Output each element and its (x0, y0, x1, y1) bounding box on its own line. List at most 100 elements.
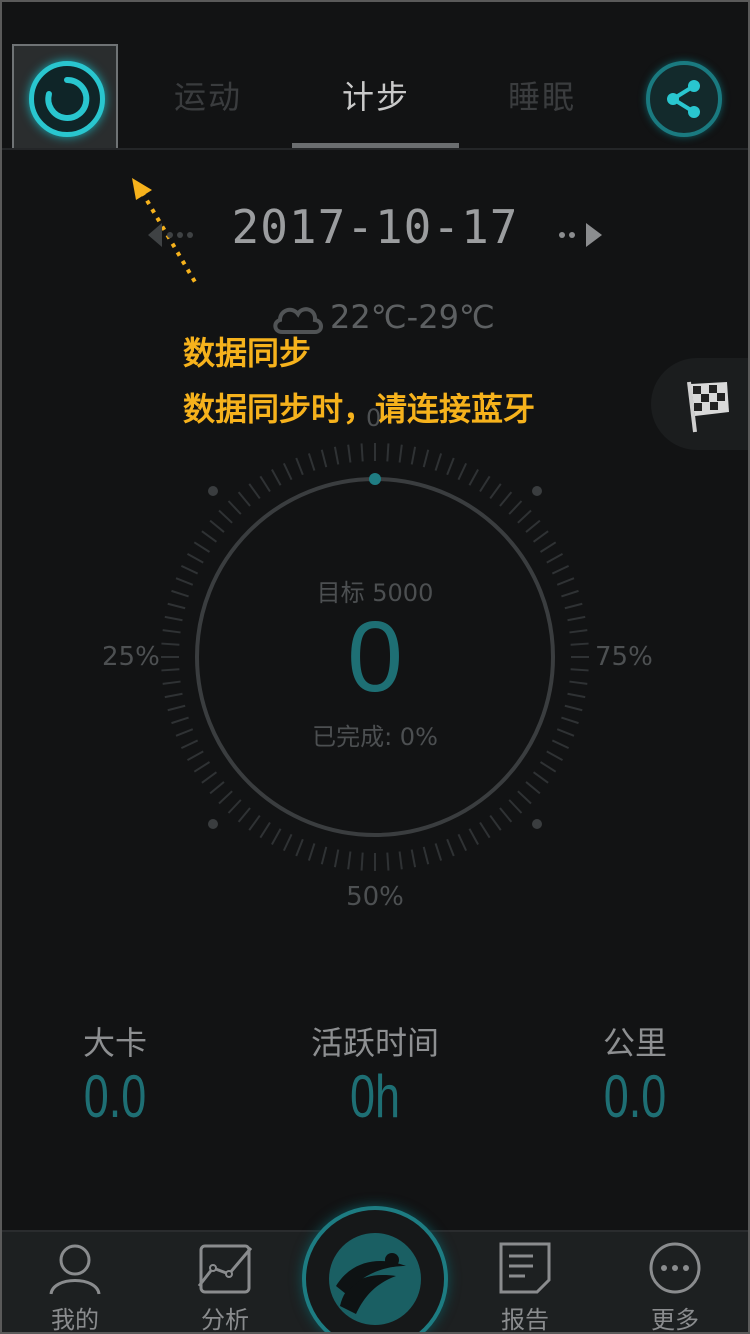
dial-tick (479, 821, 491, 839)
dial-tick (237, 491, 251, 507)
dial-tick (499, 807, 513, 823)
active-time-value: 0h (349, 1063, 401, 1130)
dial-tick (193, 761, 211, 773)
dial-tick (499, 491, 513, 507)
dial-tick (193, 541, 211, 553)
dial-tick (517, 790, 532, 805)
dial-tick (479, 475, 491, 493)
dial-tick (457, 833, 468, 852)
dial-tick (307, 453, 316, 471)
dial-tick (218, 790, 233, 805)
dial-tick (410, 849, 417, 868)
dial-corner-dot (532, 486, 542, 496)
distance-label: 公里 (602, 1024, 667, 1062)
dial-tick (248, 483, 261, 500)
dial-tick (457, 462, 468, 481)
dial-tick (218, 509, 233, 524)
dial-tick (282, 462, 293, 481)
calories-value: 0.0 (83, 1063, 147, 1130)
dial-tick (360, 443, 364, 462)
dial-tick (186, 553, 204, 564)
dial-tick (539, 541, 557, 553)
dial-tick (517, 509, 532, 524)
dial-label-bottom: 50% (346, 882, 404, 912)
dial-tick (360, 852, 364, 871)
dial-tick (295, 457, 304, 476)
dial-tick (489, 483, 502, 500)
dial-tick (410, 446, 417, 465)
dial-tick (539, 761, 557, 773)
dial-tick (227, 500, 242, 515)
current-date: 2017-10-17 (231, 200, 519, 254)
tooltip-message: 数据同步时，请连接蓝牙 (183, 390, 536, 428)
dial-corner-dot (532, 819, 542, 829)
dial-tick (546, 750, 564, 761)
dial-corner-dot (208, 486, 218, 496)
nav-item-more[interactable]: 更多 (625, 1240, 725, 1334)
dial-tick (434, 843, 443, 861)
dial-tick (259, 475, 271, 493)
dial-tick (237, 807, 251, 823)
tooltip-pointer-arrow (132, 178, 197, 284)
calories-label: 大卡 (82, 1024, 147, 1062)
dial-tick (532, 771, 549, 784)
dial-tick (398, 444, 403, 463)
dial-tick (446, 457, 455, 476)
nav-label-report: 报告 (501, 1306, 549, 1334)
dial-tick (282, 833, 293, 852)
dial-tick (508, 799, 523, 814)
dial-corner-dot (208, 819, 218, 829)
dial-tick (386, 443, 390, 462)
dial-tick (248, 814, 261, 831)
dial-tick (333, 849, 340, 868)
dial-tick (525, 781, 541, 795)
dial-tick (508, 500, 523, 515)
dial-tick (333, 446, 340, 465)
more-icon (649, 1242, 701, 1294)
dial-tick (434, 453, 443, 471)
dial-tick (532, 530, 549, 543)
nav-item-analysis[interactable]: 分析 (175, 1240, 275, 1334)
dial-tick (398, 851, 403, 870)
dial-tick (186, 750, 204, 761)
dial-tick (468, 468, 479, 486)
nav-label-more: 更多 (651, 1306, 699, 1334)
dial-tick (209, 781, 225, 795)
dial-tick (320, 449, 328, 468)
dial-tick (386, 852, 390, 871)
dial-tick (468, 828, 479, 846)
tooltip-title: 数据同步 (183, 334, 312, 372)
next-date-button[interactable] (556, 220, 606, 254)
dial-tick (271, 828, 282, 846)
dial-tick (227, 799, 242, 814)
completion-percent: 已完成: 0% (312, 723, 438, 751)
home-button[interactable] (302, 1206, 448, 1334)
nav-item-report[interactable]: 报告 (475, 1240, 575, 1334)
dial-tick (307, 843, 316, 861)
step-count: 0 (347, 601, 403, 713)
dial-tick (259, 821, 271, 839)
app-logo-icon (329, 1233, 421, 1325)
dial-tick (209, 519, 225, 533)
dial-tick (446, 838, 455, 857)
dial-tick (201, 771, 218, 784)
dial-tick (201, 530, 218, 543)
nav-label-mine: 我的 (51, 1306, 99, 1334)
arrow-right-icon (559, 223, 602, 247)
dial-tick (347, 444, 352, 463)
temperature: 22℃-29℃ (330, 298, 495, 336)
active-time-label: 活跃时间 (310, 1024, 439, 1062)
dial-tick (347, 851, 352, 870)
dial-tick (295, 838, 304, 857)
user-icon (49, 1244, 101, 1295)
chart-icon (197, 1244, 253, 1294)
dial-tick (320, 846, 328, 865)
dial-tick (422, 846, 430, 865)
nav-item-mine[interactable]: 我的 (25, 1240, 125, 1334)
nav-label-analysis: 分析 (201, 1306, 249, 1334)
dial-tick (525, 519, 541, 533)
dial-tick (422, 449, 430, 468)
dial-tick (271, 468, 282, 486)
distance-value: 0.0 (603, 1063, 667, 1130)
progress-marker (369, 473, 381, 485)
